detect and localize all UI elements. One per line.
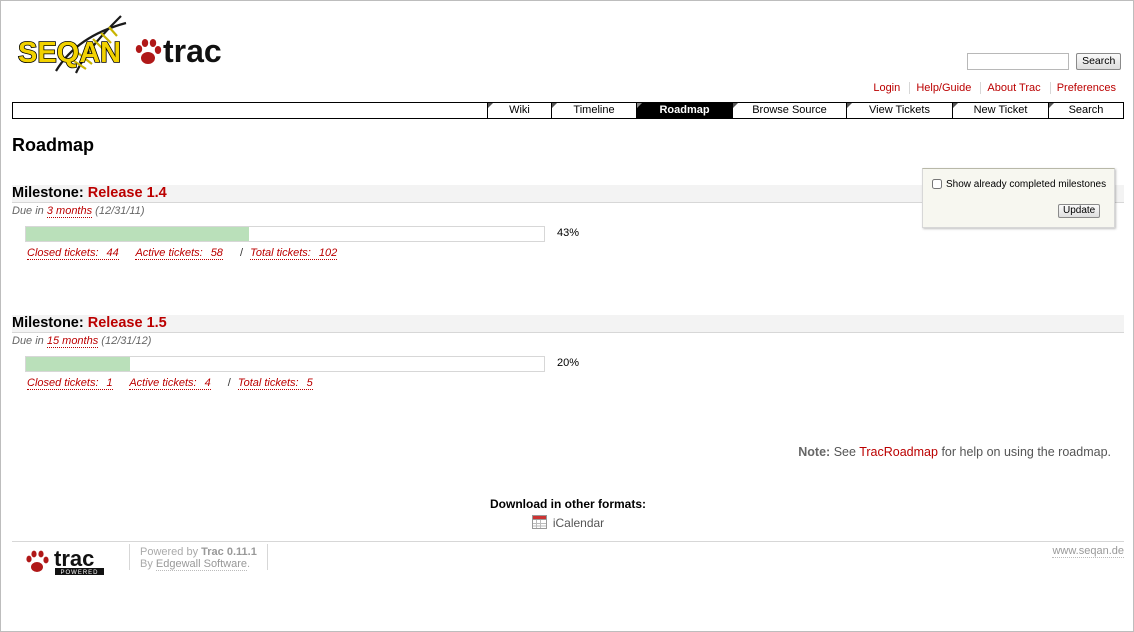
nav-tab-browse-source-label[interactable]: Browse Source: [733, 103, 846, 118]
nav-tab-wiki-label[interactable]: Wiki: [488, 103, 551, 118]
show-completed-label: Show already completed milestones: [946, 179, 1107, 190]
main-nav: Wiki Timeline Roadmap Browse Source View…: [12, 102, 1124, 119]
nav-tab-roadmap[interactable]: Roadmap: [636, 103, 732, 118]
milestone-heading: Milestone: Release 1.5: [12, 315, 1124, 333]
trac-wordmark: trac: [163, 33, 222, 69]
note-after: for help on using the roadmap.: [941, 445, 1111, 459]
nav-tab-timeline-label[interactable]: Timeline: [552, 103, 636, 118]
trac-powered-logo[interactable]: trac POWERED: [24, 546, 109, 576]
active-tickets-label: Active tickets:: [129, 377, 197, 389]
active-tickets-link[interactable]: Active tickets: 58: [135, 247, 223, 260]
due-prefix: Due in: [12, 335, 44, 347]
active-tickets-count: 4: [204, 377, 211, 389]
nav-tab-wiki[interactable]: Wiki: [487, 103, 551, 118]
nav-tab-browse-source[interactable]: Browse Source: [732, 103, 846, 118]
progress-fill: [26, 357, 130, 371]
nav-tab-roadmap-label[interactable]: Roadmap: [637, 103, 732, 118]
progress-fill: [26, 227, 249, 241]
ticket-stats: Closed tickets: 44 Active tickets: 58 / To…: [27, 247, 338, 260]
login-link[interactable]: Login: [873, 82, 900, 94]
roadmap-options: Show already completed milestones Update: [922, 168, 1115, 228]
closed-tickets-label: Closed tickets:: [27, 377, 99, 389]
milestone-link[interactable]: Release 1.5: [88, 315, 167, 331]
total-tickets-count: 102: [318, 247, 338, 259]
total-tickets-label: Total tickets:: [250, 247, 311, 259]
total-tickets-count: 5: [306, 377, 313, 389]
total-tickets-label: Total tickets:: [237, 377, 299, 389]
milestone-prefix: Milestone:: [12, 185, 84, 201]
help-guide-link[interactable]: Help/Guide: [916, 82, 971, 94]
active-tickets-link[interactable]: Active tickets: 4: [129, 377, 211, 390]
trac-footer-wordmark: trac: [54, 546, 94, 571]
total-tickets-link[interactable]: Total tickets: 5: [237, 377, 313, 390]
progress-percent: 43%: [557, 227, 580, 239]
seqan-trac-logo[interactable]: SEQAN trac: [16, 11, 231, 81]
search-button[interactable]: Search: [1076, 53, 1122, 70]
powered-badge: POWERED: [60, 570, 98, 576]
milestone-due: Due in 15 months (12/31/12): [12, 335, 1124, 348]
search-input[interactable]: [967, 53, 1069, 70]
nav-tab-new-ticket-label[interactable]: New Ticket: [953, 103, 1048, 118]
nav-tab-new-ticket[interactable]: New Ticket: [952, 103, 1048, 118]
nav-tab-view-tickets-label[interactable]: View Tickets: [847, 103, 952, 118]
closed-tickets-count: 1: [106, 377, 113, 389]
progress-bar: [25, 356, 545, 372]
closed-tickets-count: 44: [106, 247, 119, 259]
about-trac-link[interactable]: About Trac: [987, 82, 1040, 94]
meta-nav: Login Help/Guide About Trac Preferences: [867, 82, 1116, 94]
page-title: Roadmap: [12, 135, 95, 155]
help-note: Note: See TracRoadmap for help on using …: [798, 445, 1111, 459]
show-completed-option[interactable]: Show already completed milestones: [932, 179, 1106, 190]
note-label: Note:: [798, 445, 831, 459]
calendar-icon: [531, 515, 547, 529]
due-date: (12/31/12): [101, 335, 152, 347]
closed-tickets-link[interactable]: Closed tickets: 1: [27, 377, 113, 390]
header-search: Search: [967, 53, 1122, 70]
edgewall-link[interactable]: Edgewall Software: [155, 558, 248, 571]
closed-tickets-label: Closed tickets:: [27, 247, 99, 259]
trac-version-link[interactable]: Trac 0.11.1: [201, 546, 257, 558]
nav-tab-timeline[interactable]: Timeline: [551, 103, 636, 118]
due-relative-link[interactable]: 15 months: [46, 335, 99, 348]
progress-percent: 20%: [557, 357, 580, 369]
active-tickets-count: 58: [210, 247, 223, 259]
active-tickets-label: Active tickets:: [135, 247, 203, 259]
preferences-link[interactable]: Preferences: [1057, 82, 1116, 94]
due-date: (12/31/11): [95, 205, 145, 217]
nav-tab-search-label[interactable]: Search: [1049, 103, 1123, 118]
icalendar-label: iCalendar: [552, 516, 605, 530]
powered-by: Powered by Trac 0.11.1 By Edgewall Softw…: [129, 544, 268, 571]
closed-tickets-link[interactable]: Closed tickets: 44: [27, 247, 119, 260]
powered-by-label: Powered by: [140, 546, 199, 558]
trac-roadmap-link[interactable]: TracRoadmap: [859, 445, 938, 459]
by-label: By: [140, 558, 153, 570]
update-button[interactable]: Update: [1058, 204, 1101, 218]
site-link[interactable]: www.seqan.de: [1052, 545, 1124, 558]
total-tickets-link[interactable]: Total tickets: 102: [250, 247, 338, 260]
paw-icon: [26, 550, 49, 572]
due-relative-link[interactable]: 3 months: [46, 205, 93, 218]
icalendar-link[interactable]: iCalendar: [531, 515, 605, 530]
download-title: Download in other formats:: [490, 497, 646, 511]
nav-tab-view-tickets[interactable]: View Tickets: [846, 103, 952, 118]
milestone-link[interactable]: Release 1.4: [88, 185, 167, 201]
milestone-prefix: Milestone:: [12, 315, 84, 331]
nav-tab-search[interactable]: Search: [1048, 103, 1123, 118]
ticket-stats: Closed tickets: 1 Active tickets: 4 / Tota…: [27, 377, 313, 390]
progress-bar: [25, 226, 545, 242]
paw-icon: [135, 39, 162, 64]
alternate-formats: Download in other formats: iCalendar: [1, 497, 1134, 530]
seqan-wordmark: SEQAN: [18, 37, 121, 69]
footer: trac POWERED Powered by Trac 0.11.1 By E…: [12, 541, 1124, 581]
note-before: See: [833, 445, 856, 459]
milestone-release-1-5: Milestone: Release 1.5 Due in 15 months …: [12, 315, 1124, 390]
due-prefix: Due in: [12, 205, 44, 217]
show-completed-checkbox[interactable]: [932, 179, 942, 190]
